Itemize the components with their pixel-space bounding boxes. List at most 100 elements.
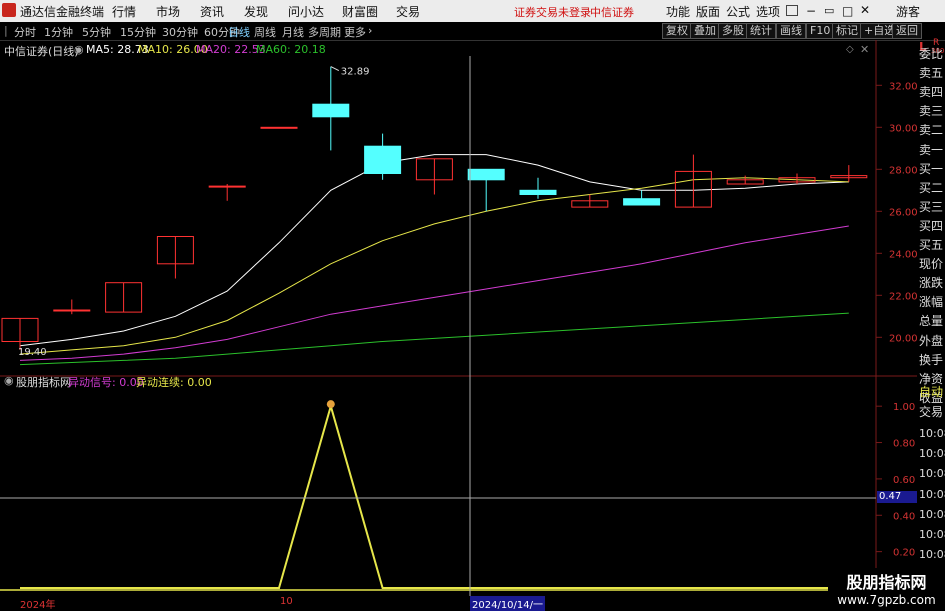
close-icon[interactable]: ✕ [860,3,870,17]
quote-label: 涨跌 [919,276,944,291]
y-tick-label: 20.00 [889,333,917,344]
adjust-button[interactable]: 复权 [662,23,692,39]
cursor-value-tag: 0.47 [877,491,917,503]
stats-button[interactable]: 统计 [746,23,776,39]
candle-body [260,126,298,129]
high-label: 32.89 [341,67,370,78]
quote-label: 现价 [919,257,944,272]
quote-label: 买五 [919,238,944,252]
settings-circle-icon[interactable]: ◉ [4,374,14,387]
menu-item-trade[interactable]: 交易 [396,3,420,20]
f10-button[interactable]: F10 [806,23,835,39]
signal-peak-icon [326,400,335,409]
quote-label: 卖五 [919,66,944,81]
y-tick-label: 24.00 [889,249,917,260]
trade-login-warning[interactable]: 证券交易未登录 [514,4,591,20]
sub-y-tick-label: 0.80 [893,439,915,450]
sub-y-tick-label: 0.40 [893,511,915,522]
user-status[interactable]: 游客 [896,3,920,20]
trade-time-label: 10:08 [919,426,945,440]
mark-button[interactable]: 标记 [832,23,862,39]
quote-label: 买一 [919,161,944,176]
period-30min[interactable]: 30分钟 [162,24,198,40]
y-tick-label: 26.00 [889,207,917,218]
candle-body [623,198,661,206]
menu-item-layout[interactable]: 版面 [696,3,720,20]
period-more[interactable]: 更多 [344,24,366,40]
period-intraday[interactable]: 分时 [14,24,36,40]
low-label: 19.40 [18,347,47,358]
quote-label: 卖四 [919,85,944,100]
ma20-line [19,225,849,361]
quote-label: 卖二 [919,123,944,138]
minimize-icon[interactable]: − [806,4,816,18]
menu-item-market[interactable]: 市场 [156,3,180,20]
quote-label: 卖一 [919,142,944,157]
menu-item-quotes[interactable]: 行情 [112,3,136,20]
watermark: 股朋指标网 www.7gpzb.com [828,568,945,609]
period-5min[interactable]: 5分钟 [82,24,111,40]
date-axis: 2024年 10 2024/10/14/一 [0,596,945,611]
candles[interactable]: 32.89 19.40 [1,66,868,358]
quote-label: 买二 [919,180,944,195]
sub-indicator-name: 股朋指标网 [16,376,71,389]
quote-label: 外盘 [919,333,944,348]
trade-time-label: 10:08 [919,548,945,562]
trade-time-label: 10:08 [919,446,945,460]
trade-time-label: 10:08 [919,507,945,521]
period-bar: | 分时 1分钟 5分钟 15分钟 30分钟 60分钟 日线 周线 月线 多周期… [0,22,945,41]
signal-line [20,402,849,589]
period-daily[interactable]: 日线 [228,24,250,40]
continuous-label: 异动连续: 0.00 [136,376,212,389]
watermark-line1: 股朋指标网 [846,573,927,592]
period-1min[interactable]: 1分钟 [44,24,73,40]
menu-item-wealth[interactable]: 财富圈 [342,3,378,20]
divider-icon: | [4,24,8,37]
top-menu-bar: 通达信金融终端 行情 市场 资讯 发现 问小达 财富圈 交易 证券交易未登录 中… [0,0,945,22]
y-tick-label: 32.00 [889,81,917,92]
app-title: 通达信金融终端 [20,5,105,19]
sub-y-tick-label: 0.60 [893,475,915,486]
high-marker [330,66,340,72]
candle-body [519,189,557,196]
y-tick-label: 22.00 [889,291,917,302]
overlay-button[interactable]: 叠加 [690,23,720,39]
menu-item-formula[interactable]: 公式 [726,3,750,20]
menu-item-ask[interactable]: 问小达 [288,3,324,20]
kline-chart[interactable]: 32.89 19.40 20.00 22.00 24.00 26.00 28.00 30.0… [0,40,917,596]
chevron-right-icon[interactable]: › [368,24,372,37]
period-monthly[interactable]: 月线 [282,24,304,40]
multi-stock-button[interactable]: 多股 [718,23,748,39]
quote-label: 买四 [919,218,944,233]
period-multi[interactable]: 多周期 [308,24,341,40]
period-15min[interactable]: 15分钟 [120,24,156,40]
watermark-line2: www.7gpzb.com [837,593,936,607]
quote-label: 换手 [919,352,944,367]
menu-item-options[interactable]: 选项 [756,3,780,20]
quote-label: 卖三 [919,104,944,119]
candle-body [208,185,246,188]
menu-item-news[interactable]: 资讯 [200,3,224,20]
menu-item-function[interactable]: 功能 [666,3,690,20]
trade-time-label: 10:08 [919,487,945,501]
ma60-line [19,312,849,366]
sub-y-tick-label: 1.00 [893,402,915,413]
app-logo-icon [2,3,16,17]
signal-label: 异动信号: 0.00 [68,376,144,389]
back-button[interactable]: 返回 [892,23,922,39]
quote-label: 总量 [919,314,944,329]
y-tick-label: 28.00 [889,165,917,176]
y-tick-label: 30.00 [889,123,917,134]
restore-icon[interactable]: ▭ [824,4,834,17]
trade-time-label: 交易 [919,405,944,420]
screen-icon[interactable] [786,5,798,16]
menu-item-discover[interactable]: 发现 [244,3,268,20]
trade-time-label: 10:08 [919,528,945,542]
broker-name[interactable]: 中信证券 [590,4,634,20]
candle-body [53,309,91,312]
draw-line-button[interactable]: 画线 [776,23,806,39]
quote-label: 买三 [919,199,944,214]
candle-body [312,103,350,118]
period-weekly[interactable]: 周线 [254,24,276,40]
maximize-icon[interactable]: □ [842,4,853,18]
